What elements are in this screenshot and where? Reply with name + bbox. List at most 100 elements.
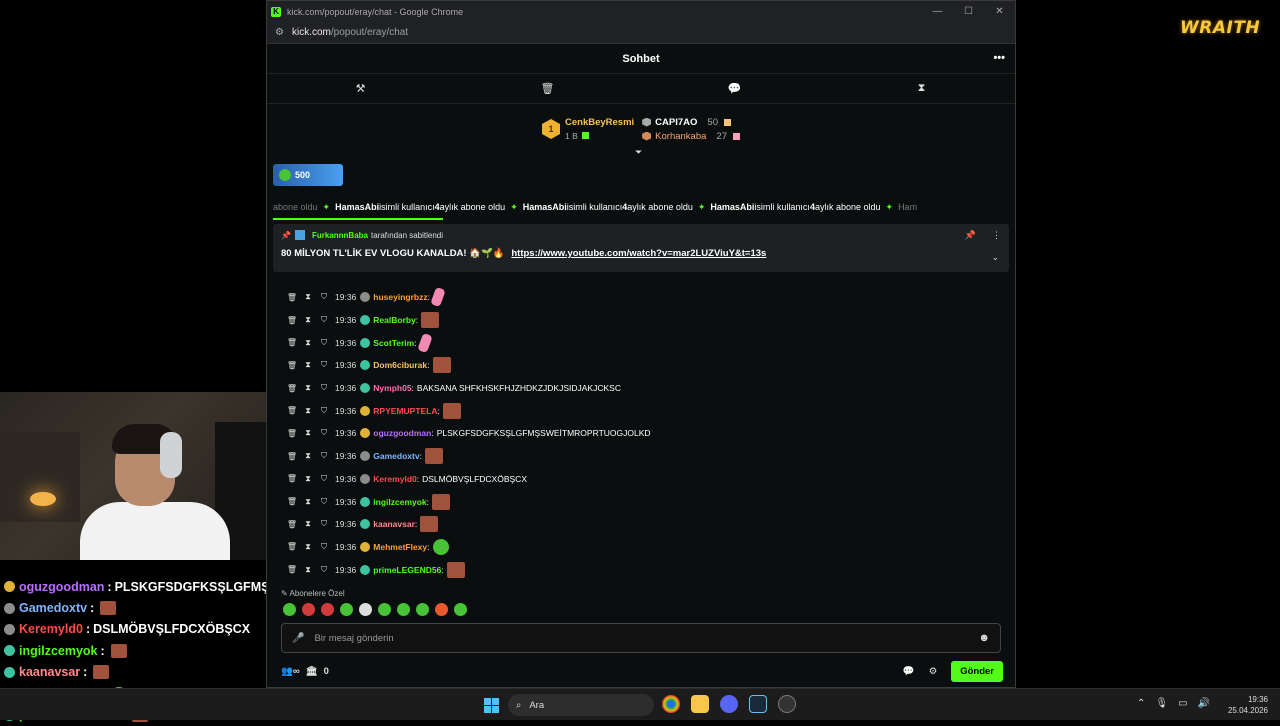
timeout-icon[interactable]: ⧗: [301, 383, 315, 393]
gift-icon: [732, 132, 740, 140]
username[interactable]: Keremyld0: [373, 474, 416, 484]
emote-button[interactable]: [454, 603, 467, 616]
username[interactable]: MehmetFlexy: [373, 542, 427, 552]
timeout-icon[interactable]: ⧗: [301, 315, 315, 325]
volume-icon[interactable]: 🔊: [1198, 698, 1210, 709]
delete-icon[interactable]: 🗑: [285, 361, 299, 370]
trash-icon[interactable]: 🗑: [454, 82, 641, 95]
sparkle-icon: ✦: [697, 201, 706, 212]
username[interactable]: primeLEGEND56: [373, 565, 441, 575]
timeout-icon[interactable]: ⧗: [301, 428, 315, 438]
username[interactable]: Dom6ciburak: [373, 360, 427, 370]
chat-bubble-icon[interactable]: 💬: [903, 666, 915, 677]
leaderboard-third[interactable]: Korhankaba 27: [642, 131, 740, 142]
minimize-button[interactable]: —: [922, 6, 953, 17]
chevron-down-icon[interactable]: ⌄: [991, 252, 999, 263]
more-options-icon[interactable]: •••: [993, 52, 1005, 64]
delete-icon[interactable]: 🗑: [285, 406, 299, 415]
badge-icon: [4, 602, 15, 614]
username[interactable]: huseyingrbzz: [373, 292, 427, 302]
close-button[interactable]: ✕: [984, 6, 1015, 17]
shield-icon: ⛉: [321, 405, 327, 415]
emote-button[interactable]: [397, 603, 410, 616]
timeout-icon[interactable]: ⧗: [301, 406, 315, 416]
username[interactable]: RPYEMUPTELA: [373, 406, 437, 416]
users-infinity-icon[interactable]: 👥∞: [281, 666, 300, 677]
microphone-icon[interactable]: 🎙: [1155, 698, 1168, 709]
chevron-up-icon[interactable]: ⌃: [1137, 698, 1145, 709]
kick-coin-icon: [279, 169, 291, 181]
timeout-icon[interactable]: ⧗: [301, 338, 315, 348]
unpin-icon[interactable]: 📌: [965, 230, 976, 241]
timeout-icon[interactable]: ⧗: [301, 292, 315, 302]
colon: :: [415, 315, 419, 326]
file-explorer-icon[interactable]: [691, 695, 709, 713]
emote-icon: [421, 312, 440, 329]
emote-button[interactable]: [359, 603, 372, 616]
steam-icon[interactable]: [749, 695, 767, 713]
emote-button[interactable]: [283, 603, 296, 616]
delete-icon[interactable]: 🗑: [285, 542, 299, 551]
timeout-icon[interactable]: ⧗: [301, 451, 315, 461]
pinned-link[interactable]: https://www.youtube.com/watch?v=mar2LUZV…: [511, 248, 766, 259]
emote-button[interactable]: [340, 603, 353, 616]
username[interactable]: ScotTerim: [373, 338, 414, 348]
chat-bubble-icon[interactable]: 💬: [641, 82, 828, 95]
footer-left: 👥∞ 🏛 0: [281, 666, 329, 677]
emote-button[interactable]: [378, 603, 391, 616]
delete-icon[interactable]: 🗑: [285, 429, 299, 438]
chrome-icon[interactable]: [662, 695, 680, 713]
delete-icon[interactable]: 🗑: [285, 293, 299, 302]
delete-icon[interactable]: 🗑: [285, 452, 299, 461]
username[interactable]: Gamedoxtv: [373, 451, 419, 461]
gear-icon[interactable]: ⚙: [929, 666, 938, 677]
windows-start-icon[interactable]: [484, 698, 499, 713]
emoji-picker-icon[interactable]: ☻: [978, 632, 990, 644]
search-label: Ara: [529, 699, 545, 711]
leaderboard-second[interactable]: CAPI7AO 50: [642, 117, 740, 128]
emote-button[interactable]: [435, 603, 448, 616]
hammer-icon[interactable]: ⚒: [267, 82, 454, 95]
delete-icon[interactable]: 🗑: [285, 565, 299, 574]
username[interactable]: oguzgoodman: [373, 428, 431, 438]
delete-icon[interactable]: 🗑: [285, 520, 299, 529]
username[interactable]: Nymph05: [373, 383, 411, 393]
timeout-icon[interactable]: ⧗: [301, 474, 315, 484]
emote-button[interactable]: [302, 603, 315, 616]
goal-badge[interactable]: 500: [273, 164, 343, 186]
app-icon[interactable]: [778, 695, 796, 713]
network-icon[interactable]: ▭: [1178, 698, 1187, 709]
clock[interactable]: 19:36 25.04.2026: [1228, 694, 1268, 716]
message-input[interactable]: [314, 632, 979, 644]
maximize-button[interactable]: ☐: [953, 6, 984, 17]
username[interactable]: kaanavsar: [373, 519, 415, 529]
username[interactable]: ingilzcemyok: [373, 497, 426, 507]
site-info-icon[interactable]: ⚙: [275, 27, 284, 38]
hourglass-icon[interactable]: ⧗: [828, 82, 1015, 95]
microphone-icon[interactable]: 🎤: [292, 633, 304, 644]
timeout-icon[interactable]: ⧗: [301, 519, 315, 529]
collapse-icon[interactable]: ⏷: [635, 147, 642, 158]
username[interactable]: RealBorby: [373, 315, 416, 325]
taskbar-search[interactable]: ⌕ Ara: [508, 694, 654, 716]
discord-icon[interactable]: [720, 695, 738, 713]
delete-icon[interactable]: 🗑: [285, 316, 299, 325]
emote-button[interactable]: [416, 603, 429, 616]
timeout-icon[interactable]: ⧗: [301, 565, 315, 575]
emote-button[interactable]: [321, 603, 334, 616]
delete-icon[interactable]: 🗑: [285, 384, 299, 393]
message-time: 19:36: [335, 337, 357, 348]
pinned-more-icon[interactable]: ⋮: [992, 230, 1001, 241]
timeout-icon[interactable]: ⧗: [301, 497, 315, 507]
points-icon[interactable]: 🏛: [306, 666, 318, 677]
delete-icon[interactable]: 🗑: [285, 474, 299, 483]
timeout-icon[interactable]: ⧗: [301, 360, 315, 370]
address-bar[interactable]: ⚙ kick.com/popout/eray/chat: [267, 22, 1015, 44]
timeout-icon[interactable]: ⧗: [301, 542, 315, 552]
send-button[interactable]: Gönder: [951, 660, 1003, 682]
chat-footer: 👥∞ 🏛 0 💬 ⚙ Gönder: [281, 660, 1003, 682]
pinner-name[interactable]: FurkannnBaba: [312, 231, 368, 240]
delete-icon[interactable]: 🗑: [285, 338, 299, 347]
delete-icon[interactable]: 🗑: [285, 497, 299, 506]
leaderboard-first[interactable]: 1 CenkBeyResmi 1 B: [542, 117, 634, 141]
